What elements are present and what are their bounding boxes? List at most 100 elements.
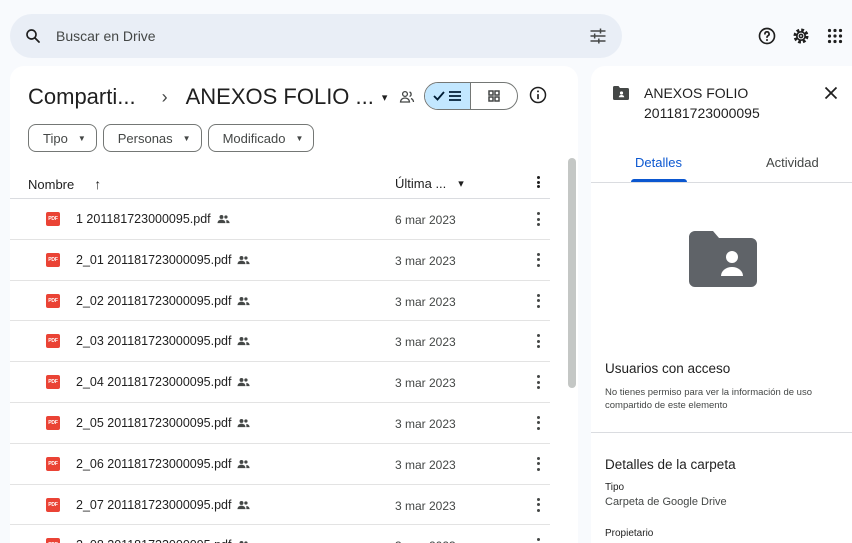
caret-down-icon: ▼: [295, 133, 304, 143]
more-vert-icon[interactable]: [536, 334, 540, 349]
file-name[interactable]: 2_05 201181723000095.pdf: [76, 415, 251, 430]
file-modified-date: 3 mar 2023: [395, 335, 456, 350]
close-icon[interactable]: [824, 86, 838, 100]
file-name[interactable]: 1 201181723000095.pdf: [76, 212, 230, 226]
table-row[interactable]: PDF 2_02 201181723000095.pdf 3 mar 2023: [10, 281, 550, 322]
pdf-file-icon: PDF: [46, 456, 60, 471]
info-icon[interactable]: [528, 85, 548, 105]
table-row[interactable]: PDF 2_04 201181723000095.pdf 3 mar 2023: [10, 362, 550, 403]
file-modified-date: 3 mar 2023: [395, 376, 456, 391]
file-modified-date: 3 mar 2023: [395, 294, 456, 309]
sort-arrow-up-icon[interactable]: ↑: [94, 176, 101, 192]
more-vert-icon[interactable]: [536, 293, 540, 308]
apps-icon[interactable]: [818, 22, 852, 50]
folder-details-title: Detalles de la carpeta: [605, 457, 736, 472]
view-toggle: [424, 82, 518, 110]
table-row[interactable]: PDF 2_01 201181723000095.pdf 3 mar 2023: [10, 240, 550, 281]
table-row[interactable]: PDF 2_07 201181723000095.pdf 3 mar 2023: [10, 485, 550, 526]
list-view-button[interactable]: [425, 83, 472, 109]
more-vert-icon[interactable]: [536, 252, 540, 267]
file-modified-date: 3 mar 2023: [395, 416, 456, 431]
file-name-text: 1 201181723000095.pdf: [76, 212, 211, 226]
file-name-text: 2_08 201181723000095.pdf: [76, 538, 231, 543]
search-input[interactable]: Buscar en Drive: [56, 28, 588, 44]
pdf-file-icon: PDF: [46, 212, 60, 226]
filter-modified-chip[interactable]: Modificado ▼: [207, 124, 315, 152]
breadcrumb-parent[interactable]: Comparti...: [28, 84, 136, 110]
file-name-text: 2_02 201181723000095.pdf: [76, 293, 232, 308]
file-modified-date: 3 mar 2023: [395, 457, 456, 472]
caret-down-icon[interactable]: ▾: [382, 91, 388, 104]
shared-icon: [237, 337, 251, 346]
caret-down-icon[interactable]: ▾: [458, 177, 464, 190]
pdf-file-icon: PDF: [46, 375, 60, 390]
file-name[interactable]: 2_04 201181723000095.pdf: [76, 375, 251, 390]
file-name-text: 2_01 201181723000095.pdf: [76, 252, 232, 267]
pdf-file-icon: PDF: [46, 252, 60, 267]
chip-label: Personas: [117, 130, 173, 146]
file-list-panel: Comparti... › ANEXOS FOLIO ... ▾ Tipo ▼ …: [10, 66, 578, 543]
shared-folder-icon: [613, 86, 629, 100]
scrollbar[interactable]: [568, 158, 576, 388]
details-title: ANEXOS FOLIO 201181723000095: [644, 85, 760, 121]
settings-icon[interactable]: [784, 22, 818, 50]
table-row[interactable]: PDF 1 201181723000095.pdf 6 mar 2023: [10, 199, 550, 240]
more-vert-icon[interactable]: [536, 375, 540, 390]
chip-label: Tipo: [43, 130, 68, 146]
owner-label: Propietario: [605, 528, 654, 539]
filter-people-chip[interactable]: Personas ▼: [102, 124, 202, 152]
tune-icon[interactable]: [588, 26, 608, 46]
details-tabs: Detalles Actividad: [591, 146, 852, 183]
table-row[interactable]: PDF 2_03 201181723000095.pdf 3 mar 2023: [10, 321, 550, 363]
table-row[interactable]: PDF 2_06 201181723000095.pdf 3 mar 2023: [10, 444, 550, 485]
table-row[interactable]: PDF 2_08 201181723000095.pdf 3 mar 2023: [10, 525, 550, 543]
column-name-header[interactable]: Nombre ↑: [28, 176, 101, 192]
file-name[interactable]: 2_07 201181723000095.pdf: [76, 497, 251, 512]
help-icon[interactable]: [750, 22, 784, 50]
tab-activity[interactable]: Actividad: [766, 155, 819, 170]
caret-down-icon: ▼: [182, 133, 191, 143]
table-row[interactable]: PDF 2_05 201181723000095.pdf 3 mar 2023: [10, 403, 550, 444]
more-vert-icon[interactable]: [536, 538, 540, 543]
more-vert-icon[interactable]: [534, 174, 542, 190]
type-value: Carpeta de Google Drive: [605, 496, 727, 508]
grid-view-button[interactable]: [471, 83, 517, 109]
pdf-file-icon: PDF: [46, 415, 60, 430]
pdf-file-icon: PDF: [46, 538, 60, 543]
column-modified-label: Última ...: [395, 176, 447, 191]
shared-icon: [237, 378, 251, 387]
chip-label: Modificado: [222, 130, 286, 146]
more-vert-icon[interactable]: [536, 415, 540, 430]
file-modified-date: 3 mar 2023: [395, 498, 456, 513]
column-modified-header[interactable]: Última ... ▾: [395, 176, 464, 191]
shared-icon: [237, 255, 251, 264]
file-name[interactable]: 2_02 201181723000095.pdf: [76, 293, 251, 308]
file-name[interactable]: 2_06 201181723000095.pdf: [76, 457, 251, 471]
file-modified-date: 3 mar 2023: [395, 539, 456, 543]
shared-icon: [237, 459, 251, 468]
search-icon[interactable]: [24, 27, 42, 45]
file-modified-date: 6 mar 2023: [395, 213, 456, 227]
more-vert-icon[interactable]: [536, 497, 540, 512]
file-name[interactable]: 2_01 201181723000095.pdf: [76, 252, 251, 267]
tab-details[interactable]: Detalles: [635, 155, 682, 170]
more-vert-icon[interactable]: [536, 212, 540, 226]
filter-type-chip[interactable]: Tipo ▼: [28, 124, 97, 152]
shared-folder-icon[interactable]: [399, 90, 415, 104]
file-name[interactable]: 2_08 201181723000095.pdf: [76, 538, 250, 543]
breadcrumb-current[interactable]: ANEXOS FOLIO ...: [186, 84, 374, 110]
table-header: Nombre ↑ Última ... ▾: [10, 166, 550, 199]
file-name[interactable]: 2_03 201181723000095.pdf: [76, 334, 251, 349]
file-name-text: 2_07 201181723000095.pdf: [76, 497, 232, 512]
more-vert-icon[interactable]: [536, 456, 540, 471]
pdf-file-icon: PDF: [46, 497, 60, 512]
pdf-file-icon: PDF: [46, 293, 60, 308]
details-panel: ANEXOS FOLIO 201181723000095 Detalles Ac…: [591, 66, 852, 543]
active-tab-indicator: [631, 179, 687, 182]
file-name-text: 2_03 201181723000095.pdf: [76, 334, 232, 349]
column-name-label: Nombre: [28, 176, 75, 192]
search-bar[interactable]: Buscar en Drive: [10, 14, 622, 58]
filter-chips: Tipo ▼ Personas ▼ Modificado ▼: [28, 124, 315, 152]
file-name-text: 2_05 201181723000095.pdf: [76, 415, 232, 430]
file-name-text: 2_04 201181723000095.pdf: [76, 375, 232, 390]
